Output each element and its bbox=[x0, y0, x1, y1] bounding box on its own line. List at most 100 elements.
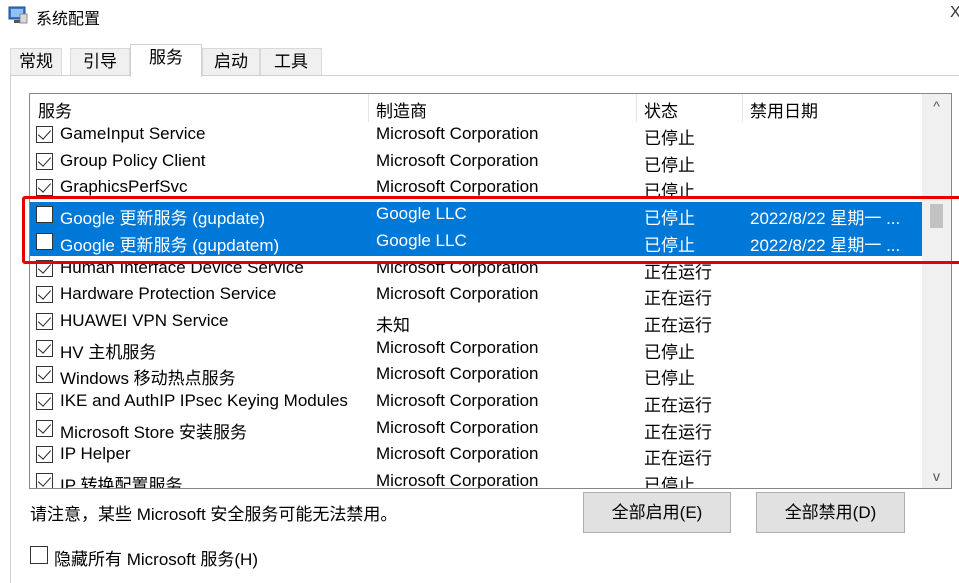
service-manufacturer: Google LLC bbox=[376, 204, 467, 224]
tab-boot[interactable]: 引导 bbox=[70, 48, 130, 76]
service-name: HV 主机服务 bbox=[60, 342, 157, 362]
service-name: GraphicsPerfSvc bbox=[60, 177, 188, 197]
hide-microsoft-services-label: 隐藏所有 Microsoft 服务(H) bbox=[54, 550, 258, 569]
tab-strip: 常规 引导 服务 启动 工具 bbox=[10, 44, 330, 77]
service-checkbox[interactable] bbox=[36, 419, 53, 437]
column-divider[interactable] bbox=[368, 94, 369, 122]
service-name: Windows 移动热点服务 bbox=[60, 369, 236, 389]
column-divider[interactable] bbox=[742, 94, 743, 122]
service-status: 已停止 bbox=[644, 476, 695, 489]
column-header-service[interactable]: 服务 bbox=[38, 97, 72, 121]
service-name: IP Helper bbox=[60, 444, 131, 464]
service-status: 已停止 bbox=[644, 129, 695, 148]
service-manufacturer: Microsoft Corporation bbox=[376, 444, 539, 464]
service-name: IP 转换配置服务 bbox=[60, 476, 183, 489]
service-name: Google 更新服务 (gupdate) bbox=[60, 209, 266, 229]
service-status: 已停止 bbox=[644, 155, 695, 175]
enable-all-button[interactable]: 全部启用(E) bbox=[583, 492, 731, 533]
service-checkbox[interactable] bbox=[36, 366, 53, 384]
service-checkbox[interactable] bbox=[36, 446, 53, 464]
window-title: 系统配置 bbox=[36, 11, 101, 28]
service-row[interactable]: HUAWEI VPN Service 未知 正在运行 bbox=[30, 309, 922, 336]
service-row[interactable]: Group Policy Client Microsoft Corporation… bbox=[30, 149, 922, 176]
service-status: 正在运行 bbox=[644, 449, 712, 469]
tab-services[interactable]: 服务 bbox=[130, 44, 202, 77]
service-row[interactable]: IKE and AuthIP IPsec Keying Modules Micro… bbox=[30, 389, 922, 416]
title-bar: 系统配置 X bbox=[0, 0, 959, 30]
tab-tools[interactable]: 工具 bbox=[260, 48, 322, 76]
service-manufacturer: Microsoft Corporation bbox=[376, 364, 539, 384]
service-checkbox[interactable] bbox=[36, 393, 53, 410]
column-header-manufacturer[interactable]: 制造商 bbox=[376, 97, 427, 121]
service-row[interactable]: Windows 移动热点服务 Microsoft Corporation 已停止 bbox=[30, 362, 922, 389]
service-checkbox[interactable] bbox=[36, 206, 53, 224]
service-manufacturer: Google LLC bbox=[376, 230, 467, 250]
service-manufacturer: Microsoft Corporation bbox=[376, 417, 539, 437]
service-name: Microsoft Store 安装服务 bbox=[60, 422, 248, 442]
service-name: Google 更新服务 (gupdatem) bbox=[60, 235, 280, 255]
service-status: 正在运行 bbox=[644, 315, 712, 335]
scroll-down-icon[interactable]: v bbox=[922, 464, 951, 488]
service-row[interactable]: Hardware Protection Service Microsoft Cor… bbox=[30, 282, 922, 309]
service-status: 已停止 bbox=[644, 342, 695, 362]
service-row[interactable]: IP Helper Microsoft Corporation 正在运行 bbox=[30, 442, 922, 469]
service-checkbox[interactable] bbox=[36, 152, 53, 170]
service-checkbox[interactable] bbox=[36, 286, 53, 304]
column-header-disabled-date[interactable]: 禁用日期 bbox=[750, 97, 818, 121]
column-divider[interactable] bbox=[636, 94, 637, 122]
service-name: Hardware Protection Service bbox=[60, 284, 277, 304]
msconfig-app-icon bbox=[8, 6, 28, 24]
tab-general[interactable]: 常规 bbox=[10, 48, 62, 76]
service-manufacturer: Microsoft Corporation bbox=[376, 257, 539, 277]
services-list[interactable]: 服务 制造商 状态 禁用日期 GameInput Service Microsof… bbox=[29, 93, 952, 489]
service-manufacturer: Microsoft Corporation bbox=[376, 284, 539, 304]
service-name: HUAWEI VPN Service bbox=[60, 310, 229, 330]
service-name: GameInput Service bbox=[60, 124, 206, 143]
service-status: 正在运行 bbox=[644, 422, 712, 442]
column-header-status[interactable]: 状态 bbox=[644, 97, 678, 121]
service-status: 已停止 bbox=[644, 182, 695, 202]
service-row[interactable]: Google 更新服务 (gupdate) Google LLC 已停止 2022/8… bbox=[30, 202, 922, 230]
service-checkbox[interactable] bbox=[36, 312, 53, 330]
service-row[interactable]: GameInput Service Microsoft Corporation 已停… bbox=[30, 122, 922, 149]
service-checkbox[interactable] bbox=[36, 473, 53, 488]
service-row[interactable]: GraphicsPerfSvc Microsoft Corporation 已停止 bbox=[30, 175, 922, 202]
service-name: Group Policy Client bbox=[60, 150, 206, 170]
service-name: Human Interface Device Service bbox=[60, 257, 304, 277]
vertical-scrollbar[interactable]: ^ v bbox=[922, 94, 951, 488]
service-checkbox[interactable] bbox=[36, 339, 53, 357]
service-status: 正在运行 bbox=[644, 289, 712, 309]
service-manufacturer: Microsoft Corporation bbox=[376, 337, 539, 357]
service-row[interactable]: IP 转换配置服务 Microsoft Corporation 已停止 bbox=[30, 469, 922, 489]
service-manufacturer: Microsoft Corporation bbox=[376, 471, 539, 489]
service-row[interactable]: Google 更新服务 (gupdatem) Google LLC 已停止 2022/… bbox=[30, 228, 922, 256]
hide-microsoft-services-checkbox[interactable] bbox=[30, 546, 48, 564]
service-manufacturer: Microsoft Corporation bbox=[376, 150, 539, 170]
service-row[interactable]: Microsoft Store 安装服务 Microsoft Corporatio… bbox=[30, 416, 922, 443]
service-manufacturer: Microsoft Corporation bbox=[376, 124, 539, 143]
service-checkbox[interactable] bbox=[36, 179, 53, 197]
service-disabled-date: 2022/8/22 星期一 ... bbox=[750, 209, 901, 229]
service-status: 正在运行 bbox=[644, 262, 712, 282]
service-manufacturer: Microsoft Corporation bbox=[376, 177, 539, 197]
service-manufacturer: 未知 bbox=[376, 315, 410, 335]
scroll-thumb[interactable] bbox=[930, 204, 943, 228]
service-checkbox[interactable] bbox=[36, 259, 53, 277]
service-status: 已停止 bbox=[644, 369, 695, 389]
list-header: 服务 制造商 状态 禁用日期 bbox=[30, 94, 930, 122]
service-status: 正在运行 bbox=[644, 396, 712, 415]
scroll-up-icon[interactable]: ^ bbox=[922, 94, 951, 118]
service-status: 已停止 bbox=[644, 209, 695, 229]
close-icon[interactable]: X bbox=[950, 4, 959, 22]
service-manufacturer: Microsoft Corporation bbox=[376, 391, 539, 410]
tab-startup[interactable]: 启动 bbox=[202, 48, 260, 76]
service-status: 已停止 bbox=[644, 235, 695, 255]
service-checkbox[interactable] bbox=[36, 232, 53, 250]
service-row[interactable]: Human Interface Device Service Microsoft … bbox=[30, 256, 922, 283]
service-checkbox[interactable] bbox=[36, 126, 53, 143]
service-disabled-date: 2022/8/22 星期一 ... bbox=[750, 235, 901, 255]
disable-all-button[interactable]: 全部禁用(D) bbox=[756, 492, 905, 533]
service-row[interactable]: HV 主机服务 Microsoft Corporation 已停止 bbox=[30, 336, 922, 363]
security-notice: 请注意，某些 Microsoft 安全服务可能无法禁用。 bbox=[30, 505, 398, 524]
service-name: IKE and AuthIP IPsec Keying Modules bbox=[60, 391, 348, 410]
